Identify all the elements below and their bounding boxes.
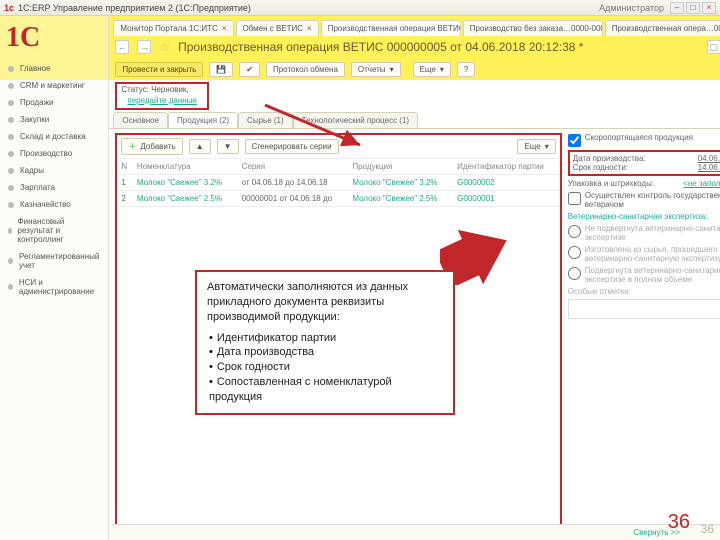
prod-date-value[interactable]: 04.06.2018 <box>698 154 720 163</box>
favorite-icon[interactable]: ☆ <box>159 40 170 54</box>
tab-production-op[interactable]: Производственная опера…000000005× <box>605 20 720 36</box>
col-series: Серия <box>238 159 349 175</box>
action-toolbar: Провести и закрыть 💾 ✔ Протокол обмена О… <box>109 58 720 80</box>
dates-highlight: Дата производства: 04.06.2018 Срок годнос… <box>568 150 720 176</box>
save-button[interactable]: 💾 <box>209 62 233 77</box>
col-id: Идентификатор партии <box>453 159 560 175</box>
notes-label: Особые отметки: <box>568 287 720 296</box>
post-button[interactable]: ✔ <box>239 62 260 77</box>
col-product: Продукция <box>348 159 453 175</box>
sidebar-item-accounting[interactable]: Регламентированный учет <box>0 248 108 274</box>
sidebar-item-main[interactable]: Главное <box>0 60 108 77</box>
exam-radio-2[interactable]: Изготовлена из сырья, прошедшего ветерин… <box>568 245 720 263</box>
forward-button[interactable]: → <box>137 40 151 54</box>
back-button[interactable]: ← <box>115 40 129 54</box>
exam-radio-3[interactable]: Подвергнута ветеринарно-санитарной экспе… <box>568 266 720 284</box>
maximize-button[interactable]: □ <box>686 2 700 14</box>
new-window-button[interactable]: ▢ <box>707 40 720 54</box>
sidebar-item-warehouse[interactable]: Склад и доставка <box>0 128 108 145</box>
status-label: Статус: <box>121 85 149 94</box>
table-more-button[interactable]: Еще ▾ <box>517 139 555 154</box>
vet-exam-header: Ветеринарно-санитарная экспертиза: <box>568 212 720 221</box>
prod-date-label: Дата производства: <box>573 154 646 163</box>
user-label: Администратор <box>599 3 664 13</box>
close-icon[interactable]: × <box>307 24 312 33</box>
perishable-checkbox[interactable]: Скоропортящаяся продукция <box>568 133 720 147</box>
exp-date-label: Срок годности: <box>573 163 628 172</box>
document-tabs: Монитор Портала 1С:ИТС× Обмен с ВЕТИС× П… <box>109 16 720 36</box>
exam-radio-1[interactable]: Не подвергнута ветеринарно-санитарной эк… <box>568 224 720 242</box>
callout-item: Дата производства <box>209 345 443 360</box>
sidebar-item-purchases[interactable]: Закупки <box>0 111 108 128</box>
inner-tab-products[interactable]: Продукция (2) <box>168 112 238 128</box>
callout-item: Сопоставленная с номенклатурой продукция <box>209 375 443 405</box>
close-button[interactable]: × <box>702 2 716 14</box>
protocol-button[interactable]: Протокол обмена <box>266 62 345 77</box>
table-row[interactable]: 2 Молоко "Свежее" 2.5% 00000001 от 04.06… <box>117 191 559 207</box>
sidebar-item-salary[interactable]: Зарплата <box>0 179 108 196</box>
close-icon[interactable]: × <box>222 24 227 33</box>
tab-production-noorder[interactable]: Производство без заказа…0000-000002× <box>463 20 603 36</box>
inner-tabs: Основное Продукция (2) Сырье (1) Техноло… <box>109 112 720 129</box>
callout-lead: Автоматически заполняются из данных прик… <box>207 280 443 325</box>
window-titlebar: 1c 1С:ERP Управление предприятием 2 (1С:… <box>0 0 720 16</box>
doc-toolbar: ← → ☆ Производственная операция ВЕТИС 00… <box>109 36 720 58</box>
sidebar: 1C Главное CRM и маркетинг Продажи Закуп… <box>0 16 109 540</box>
add-button[interactable]: ＋Добавить <box>121 138 182 155</box>
exp-date-value[interactable]: 14.06.2018 <box>698 163 720 172</box>
sidebar-item-fin[interactable]: Финансовый результат и контроллинг <box>0 213 108 248</box>
tab-vetis-exchange[interactable]: Обмен с ВЕТИС× <box>236 20 319 36</box>
callout-item: Идентификатор партии <box>209 331 443 346</box>
window-title: 1С:ERP Управление предприятием 2 (1С:Пре… <box>18 3 251 13</box>
document-title: Производственная операция ВЕТИС 00000000… <box>178 40 583 54</box>
app-icon: 1c <box>4 3 14 13</box>
minimize-button[interactable]: – <box>670 2 684 14</box>
footer: Свернуть >> <box>112 524 720 540</box>
reports-button[interactable]: Отчеты ▾ <box>351 62 401 77</box>
callout-item: Срок годности <box>209 360 443 375</box>
products-table[interactable]: N Номенклатура Серия Продукция Идентифик… <box>117 159 559 207</box>
down-button[interactable]: ▼ <box>217 139 239 154</box>
table-row[interactable]: 1 Молоко "Свежее" 3.2% от 04.06.18 до 14… <box>117 175 559 191</box>
help-button[interactable]: ? <box>457 62 475 77</box>
status-row: Статус: Черновик, передайте данные <box>109 80 720 112</box>
sidebar-item-hr[interactable]: Кадры <box>0 162 108 179</box>
sidebar-item-nsi[interactable]: НСИ и администрирование <box>0 274 108 300</box>
tab-monitor[interactable]: Монитор Портала 1С:ИТС× <box>113 20 233 36</box>
sidebar-item-production[interactable]: Производство <box>0 145 108 162</box>
gov-control-checkbox[interactable]: Осуществлен контроль государственным вет… <box>568 191 720 209</box>
post-and-close-button[interactable]: Провести и закрыть <box>115 62 203 77</box>
status-highlight: Статус: Черновик, передайте данные <box>115 82 209 110</box>
slide-number: 36 <box>668 511 690 534</box>
more-button[interactable]: Еще ▾ <box>413 62 451 77</box>
status-value: Черновик, <box>151 85 189 94</box>
details-panel: Скоропортящаяся продукция Дата производс… <box>568 133 720 536</box>
arrow-annotation <box>260 100 380 160</box>
packaging-label: Упаковка и штрихкоды: <box>568 179 654 188</box>
notes-textarea[interactable] <box>568 299 720 319</box>
inner-tab-main[interactable]: Основное <box>113 112 168 128</box>
col-n: N <box>117 159 132 175</box>
send-data-link[interactable]: передайте данные <box>121 94 203 107</box>
sidebar-item-sales[interactable]: Продажи <box>0 94 108 111</box>
col-nom: Номенклатура <box>133 159 238 175</box>
slide-number-grey: 36 <box>701 522 714 536</box>
up-button[interactable]: ▲ <box>189 139 211 154</box>
logo: 1C <box>0 20 108 60</box>
annotation-callout: Автоматически заполняются из данных прик… <box>195 270 455 415</box>
sidebar-item-treasury[interactable]: Казначейство <box>0 196 108 213</box>
packaging-link[interactable]: <не заполнено> <box>683 179 720 188</box>
sidebar-item-crm[interactable]: CRM и маркетинг <box>0 77 108 94</box>
tab-vetis-operation[interactable]: Производственная операция ВЕТИС× <box>321 20 461 36</box>
